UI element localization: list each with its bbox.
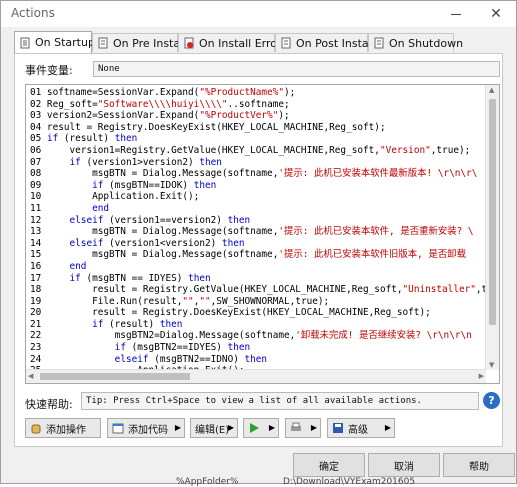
script-editor[interactable]: 01 softname=SessionVar.Expand("%ProductN…: [25, 84, 500, 384]
tab-label: On Post Install: [296, 36, 375, 50]
add-code-button[interactable]: 添加代码 ▶: [107, 418, 185, 438]
code-line[interactable]: 12 elseif (version1==version2) then: [30, 215, 485, 227]
tab-on-install-error[interactable]: On Install Error: [178, 33, 282, 52]
code-line[interactable]: 09 if (msgBTN==IDOK) then: [30, 180, 485, 192]
code-line[interactable]: 01 softname=SessionVar.Expand("%ProductN…: [30, 87, 485, 99]
quick-help-field: Tip: Press Ctrl+Space to view a list of …: [81, 392, 479, 410]
code-icon: [112, 422, 124, 434]
advanced-button[interactable]: 高级 ▶: [327, 418, 395, 438]
add-action-label: 添加操作: [46, 424, 86, 436]
scroll-down-icon[interactable]: ▼: [489, 361, 494, 369]
scroll-up-icon[interactable]: ▲: [489, 86, 494, 94]
background-app-folder-text: %AppFolder%: [176, 477, 239, 487]
tab-panel: 事件变量: None 01 softname=SessionVar.Expand…: [14, 53, 503, 447]
chevron-down-icon: ▶: [227, 423, 234, 432]
vertical-scroll-thumb[interactable]: [489, 99, 496, 325]
tab-on-startup[interactable]: On Startup: [14, 31, 95, 53]
code-line[interactable]: 14 elseif (version1<version2) then: [30, 238, 485, 250]
run-button[interactable]: ▶: [243, 418, 279, 438]
tab-on-shutdown[interactable]: On Shutdown: [368, 33, 463, 52]
close-button[interactable]: ✕: [479, 1, 513, 27]
code-line[interactable]: 13 msgBTN = Dialog.Message(softname,'提示:…: [30, 226, 485, 238]
code-line[interactable]: 07 if (version1>version2) then: [30, 157, 485, 169]
title-bar: Actions ✕: [1, 1, 516, 27]
background-path-text: D:\Download\VYExam201605: [283, 477, 416, 487]
horizontal-scrollbar[interactable]: ◀ ▶: [26, 369, 486, 383]
code-line[interactable]: 08 msgBTN = Dialog.Message(softname,'提示:…: [30, 168, 485, 180]
code-line[interactable]: 02 Reg_soft="Software\\\\huiyi\\\\"..sof…: [30, 99, 485, 111]
code-line[interactable]: 20 result = Registry.DoesKeyExist(HKEY_L…: [30, 307, 485, 319]
document-icon: [19, 37, 31, 49]
tab-on-post-install[interactable]: On Post Install: [275, 33, 375, 52]
add-code-label: 添加代码: [128, 424, 168, 436]
window-title: Actions: [11, 6, 55, 20]
close-icon: ✕: [490, 6, 502, 22]
play-icon: [248, 422, 260, 434]
tab-label: On Startup: [35, 36, 95, 49]
print-icon: [290, 422, 302, 434]
code-line[interactable]: 24 elseif (msgBTN2==IDNO) then: [30, 354, 485, 366]
document-icon: [280, 37, 292, 49]
code-area[interactable]: 01 softname=SessionVar.Expand("%ProductN…: [30, 87, 485, 369]
minimize-icon: [451, 13, 461, 15]
code-line[interactable]: 11 end: [30, 203, 485, 215]
code-line[interactable]: 22 msgBTN2=Dialog.Message(softname,'卸载未完…: [30, 330, 485, 342]
advanced-label: 高级: [348, 424, 368, 436]
code-line[interactable]: 15 msgBTN = Dialog.Message(softname,'提示:…: [30, 249, 485, 261]
actions-dialog: Actions ✕ On Startup On Pre Install On I…: [0, 0, 517, 487]
code-line[interactable]: 21 if (result) then: [30, 319, 485, 331]
code-line[interactable]: 16 end: [30, 261, 485, 273]
chevron-down-icon: ▶: [384, 423, 391, 432]
scroll-left-icon[interactable]: ◀: [28, 372, 33, 380]
error-document-icon: [183, 37, 195, 49]
code-line[interactable]: 18 result = Registry.GetValue(HKEY_LOCAL…: [30, 284, 485, 296]
code-line[interactable]: 10 Application.Exit();: [30, 191, 485, 203]
scroll-right-icon[interactable]: ▶: [479, 372, 484, 380]
chevron-down-icon: ▶: [310, 423, 317, 432]
edit-button[interactable]: 编辑(E) ▶: [190, 418, 238, 438]
horizontal-scroll-thumb[interactable]: [40, 373, 190, 380]
code-line[interactable]: 23 if (msgBTN2==IDYES) then: [30, 342, 485, 354]
tab-on-pre-install[interactable]: On Pre Install: [92, 33, 186, 52]
hand-icon: [30, 422, 42, 434]
chevron-down-icon: ▶: [268, 423, 275, 432]
code-line[interactable]: 03 version2=SessionVar.Expand("%ProductV…: [30, 110, 485, 122]
save-icon: [332, 422, 344, 434]
help-button[interactable]: 帮助: [443, 453, 515, 477]
code-line[interactable]: 17 if (msgBTN == IDYES) then: [30, 273, 485, 285]
code-line[interactable]: 19 File.Run(result,"","",SW_SHOWNORMAL,t…: [30, 296, 485, 308]
vertical-scrollbar[interactable]: ▲ ▼: [485, 85, 499, 370]
code-line[interactable]: 05 if (result) then: [30, 133, 485, 145]
tab-label: On Shutdown: [389, 36, 464, 50]
edit-label: 编辑(E): [195, 424, 230, 436]
ok-button[interactable]: 确定: [293, 453, 365, 477]
code-line[interactable]: 06 version1=Registry.GetValue(HKEY_LOCAL…: [30, 145, 485, 157]
cancel-button[interactable]: 取消: [368, 453, 440, 477]
print-button[interactable]: ▶: [285, 418, 321, 438]
document-icon: [373, 37, 385, 49]
chevron-down-icon: ▶: [174, 423, 181, 432]
help-icon[interactable]: ?: [483, 392, 500, 409]
tab-bar: On Startup On Pre Install On Install Err…: [14, 31, 503, 53]
code-line[interactable]: 04 result = Registry.DoesKeyExist(HKEY_L…: [30, 122, 485, 134]
tab-label: On Install Error: [199, 36, 282, 50]
tab-label: On Pre Install: [113, 36, 187, 50]
add-action-button[interactable]: 添加操作: [25, 418, 101, 438]
event-var-field: None: [93, 61, 500, 77]
minimize-button[interactable]: [439, 1, 473, 27]
document-icon: [97, 37, 109, 49]
quick-help-label: 快速帮助:: [25, 398, 73, 411]
event-var-label: 事件变量:: [25, 64, 73, 77]
